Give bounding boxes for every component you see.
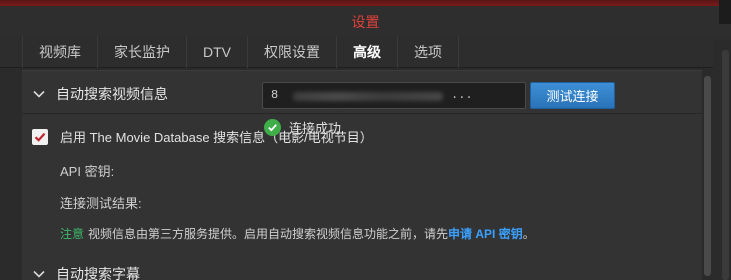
section-title-video-info: 自动搜索视频信息 (56, 86, 168, 102)
window-scrollbar-thumb[interactable] (722, 50, 729, 280)
window-corner (719, 0, 731, 24)
api-key-value-end: ... (451, 88, 473, 102)
section-header-subtitles[interactable]: 自动搜索字幕 (32, 264, 140, 280)
api-note: 注意 视频信息由第三方服务提供。启用自动搜索视频信息功能之前，请先申请 API 密… (60, 225, 535, 242)
tab-parental-control[interactable]: 家长监护 (98, 35, 187, 68)
connection-status: 连接成功 (264, 118, 341, 137)
note-text: 视频信息由第三方服务提供。启用自动搜索视频信息功能之前，请先 (88, 227, 449, 241)
api-key-value-start: 8 (271, 88, 279, 102)
test-connection-button[interactable]: 测试连接 (530, 82, 615, 109)
tab-dtv[interactable]: DTV (187, 35, 248, 68)
section-title-subtitles: 自动搜索字幕 (56, 266, 140, 280)
api-key-input[interactable]: 8 ... (262, 82, 526, 109)
tab-video-library[interactable]: 视频库 (22, 35, 98, 68)
panel-scrollbar[interactable] (702, 70, 713, 280)
panel-scrollbar-thumb[interactable] (704, 76, 711, 276)
window-scrollbar[interactable] (713, 40, 731, 280)
tab-advanced[interactable]: 高级 (337, 35, 398, 68)
test-result-label: 连接测试结果: (60, 196, 142, 211)
dialog-title: 设置 (351, 14, 380, 30)
api-key-label: API 密钥: (60, 164, 115, 179)
section-header-video-info[interactable]: 自动搜索视频信息 (32, 84, 168, 104)
apply-api-key-link[interactable]: 申请 API 密钥 (448, 227, 523, 241)
chevron-down-icon (32, 267, 46, 280)
enable-tmdb-checkbox[interactable] (32, 128, 48, 145)
section-divider (22, 113, 702, 114)
success-check-icon (264, 119, 281, 136)
note-tag: 注意 (60, 227, 85, 241)
connection-status-text: 连接成功 (289, 121, 342, 136)
chevron-down-icon (32, 87, 46, 101)
check-icon (34, 132, 46, 142)
tab-bar: 视频库 家长监护 DTV 权限设置 高级 选项 (0, 35, 731, 68)
tab-permissions[interactable]: 权限设置 (248, 35, 337, 68)
note-end: 。 (522, 227, 535, 241)
tab-options[interactable]: 选项 (398, 35, 459, 68)
api-key-redaction (293, 92, 443, 101)
